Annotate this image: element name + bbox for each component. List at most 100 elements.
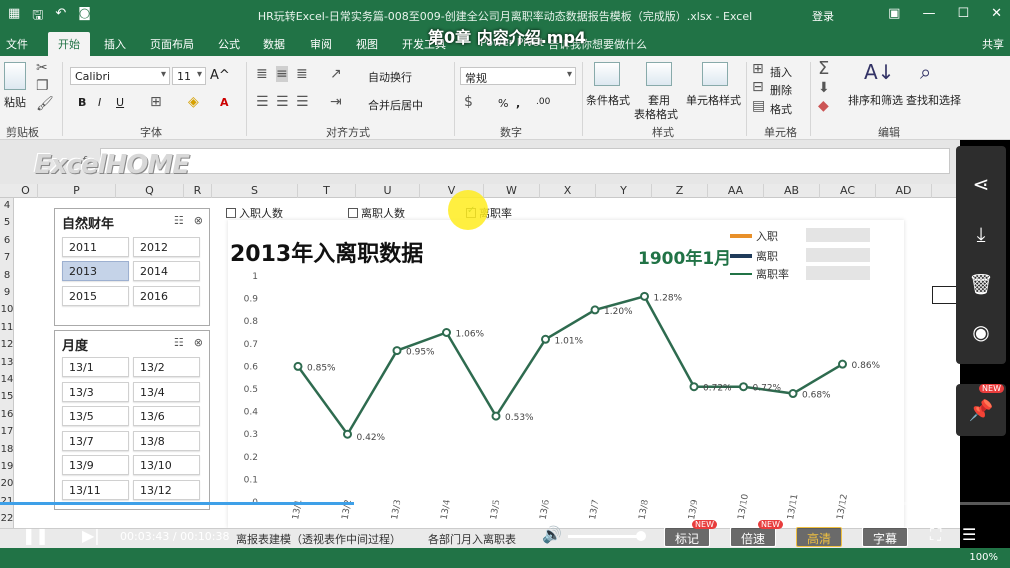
slicer-item[interactable]: 13/11 bbox=[62, 479, 129, 500]
table-format-icon[interactable] bbox=[646, 62, 672, 86]
align-top-icon[interactable]: ≣ bbox=[256, 66, 268, 82]
volume-knob[interactable] bbox=[636, 531, 646, 541]
ribbon-display-icon[interactable]: ▣ bbox=[888, 6, 900, 21]
speed-button[interactable]: 倍速 NEW bbox=[730, 520, 783, 547]
worksheet[interactable]: 入职人数 离职人数 离职率 自然财年 ☷⊗ 2011 2012 2013 201… bbox=[14, 198, 960, 528]
slicer-item[interactable]: 13/4 bbox=[133, 381, 200, 402]
subtitle-button[interactable]: 字幕 bbox=[862, 527, 908, 547]
conditional-format-button[interactable]: 条件格式 bbox=[586, 92, 630, 108]
tab-formulas[interactable]: 公式 bbox=[218, 36, 240, 52]
mark-button[interactable]: 标记 NEW bbox=[664, 520, 717, 547]
wrap-text-button[interactable]: 自动换行 bbox=[368, 69, 412, 85]
tab-page-layout[interactable]: 页面布局 bbox=[150, 36, 194, 52]
underline-icon[interactable]: U bbox=[116, 96, 124, 109]
column-header[interactable]: R bbox=[184, 184, 212, 198]
video-progress-bar[interactable] bbox=[0, 502, 1010, 505]
zoom-level[interactable]: 100% bbox=[969, 552, 998, 563]
borders-icon[interactable]: ⊞ bbox=[150, 94, 162, 110]
column-header[interactable]: AC bbox=[820, 184, 876, 198]
multi-select-icon[interactable]: ☷ bbox=[174, 336, 184, 349]
currency-icon[interactable]: $ bbox=[464, 94, 473, 110]
row-header[interactable]: 6 bbox=[0, 235, 14, 246]
delete-cells-icon[interactable]: ⊟ bbox=[752, 79, 764, 95]
column-header[interactable]: Y bbox=[596, 184, 652, 198]
slicer-item[interactable]: 2015 bbox=[62, 286, 129, 306]
orientation-icon[interactable]: ↗ bbox=[330, 66, 342, 82]
share-icon[interactable]: ⋖ bbox=[956, 172, 1006, 196]
autosum-icon[interactable]: Σ bbox=[818, 58, 829, 79]
indent-icon[interactable]: ⇥ bbox=[330, 94, 342, 110]
row-header[interactable]: 20 bbox=[0, 478, 14, 489]
column-header[interactable]: W bbox=[484, 184, 540, 198]
paste-button-label[interactable]: 粘贴 bbox=[4, 94, 26, 110]
find-select-button[interactable]: 查找和选择 bbox=[906, 92, 961, 108]
cut-icon[interactable]: ✂ bbox=[36, 60, 48, 76]
slicer-item[interactable]: 2012 bbox=[133, 237, 200, 257]
row-header[interactable]: 11 bbox=[0, 322, 14, 333]
font-size-box[interactable]: 11 bbox=[172, 67, 206, 85]
find-select-icon[interactable]: ⌕ bbox=[920, 60, 931, 84]
tab-home[interactable]: 开始 bbox=[48, 32, 90, 56]
column-header[interactable]: Z bbox=[652, 184, 708, 198]
row-header[interactable]: 18 bbox=[0, 444, 14, 455]
number-format-box[interactable]: 常规 bbox=[460, 67, 576, 85]
comma-icon[interactable]: , bbox=[516, 97, 520, 110]
pause-icon[interactable]: ❚❚ bbox=[22, 526, 49, 545]
font-name-box[interactable]: Calibri bbox=[70, 67, 170, 85]
slicer-item[interactable]: 13/12 bbox=[133, 479, 200, 500]
column-header[interactable]: O bbox=[14, 184, 38, 198]
grow-font-icon[interactable]: A^ bbox=[210, 68, 230, 83]
font-color-icon[interactable]: A bbox=[220, 96, 229, 109]
tab-data[interactable]: 数据 bbox=[263, 36, 285, 52]
row-header[interactable]: 15 bbox=[0, 391, 14, 402]
delete-cells-button[interactable]: 删除 bbox=[770, 82, 792, 98]
sort-filter-icon[interactable]: A↓ bbox=[864, 60, 894, 84]
align-right-icon[interactable]: ☰ bbox=[296, 94, 309, 110]
row-header[interactable]: 16 bbox=[0, 409, 14, 420]
clear-icon[interactable]: ◆ bbox=[818, 98, 829, 114]
multi-select-icon[interactable]: ☷ bbox=[174, 214, 184, 227]
row-header[interactable]: 5 bbox=[0, 217, 14, 228]
tab-insert[interactable]: 插入 bbox=[104, 36, 126, 52]
align-bottom-icon[interactable]: ≣ bbox=[296, 66, 308, 82]
restore-icon[interactable]: ☐ bbox=[957, 6, 969, 21]
tab-review[interactable]: 审阅 bbox=[310, 36, 332, 52]
slicer-item[interactable]: 13/3 bbox=[62, 381, 129, 402]
slicer-item[interactable]: 2014 bbox=[133, 261, 200, 281]
fill-icon[interactable]: ⬇ bbox=[818, 80, 830, 96]
formula-input[interactable] bbox=[100, 148, 950, 174]
row-header[interactable]: 17 bbox=[0, 426, 14, 437]
percent-icon[interactable]: % bbox=[498, 97, 508, 110]
bold-icon[interactable]: B bbox=[78, 96, 86, 109]
row-header[interactable]: 10 bbox=[0, 304, 14, 315]
column-header[interactable]: X bbox=[540, 184, 596, 198]
column-header[interactable]: S bbox=[212, 184, 298, 198]
turnover-chart[interactable]: 2013年入离职数据 1900年1月 入职 离职 离职率 00.10.20.30… bbox=[228, 220, 904, 528]
format-painter-icon[interactable]: 🖌 bbox=[36, 96, 54, 112]
slicer-item-selected[interactable]: 2013 bbox=[62, 261, 129, 281]
column-header[interactable]: T bbox=[298, 184, 356, 198]
record-icon[interactable]: ◉ bbox=[956, 320, 1006, 344]
row-header[interactable]: 14 bbox=[0, 374, 14, 385]
row-header[interactable]: 19 bbox=[0, 461, 14, 472]
table-format-label-2[interactable]: 表格格式 bbox=[634, 106, 678, 122]
increase-decimal-icon[interactable]: .00 bbox=[536, 97, 550, 107]
insert-cells-button[interactable]: 插入 bbox=[770, 64, 792, 80]
cell-style-icon[interactable] bbox=[702, 62, 728, 86]
pin-icon[interactable]: 📌 bbox=[956, 398, 1006, 422]
minimize-icon[interactable]: — bbox=[922, 6, 935, 21]
row-header[interactable]: 4 bbox=[0, 200, 14, 211]
column-header[interactable]: AA bbox=[708, 184, 764, 198]
slicer-item[interactable]: 13/7 bbox=[62, 430, 129, 451]
checkbox-leavers[interactable]: 离职人数 bbox=[348, 205, 405, 221]
fullscreen-icon[interactable]: ⛶ bbox=[930, 525, 941, 545]
checkbox-box[interactable] bbox=[226, 208, 236, 218]
align-middle-icon[interactable]: ≡ bbox=[276, 66, 288, 82]
slicer-item[interactable]: 13/5 bbox=[62, 406, 129, 426]
tab-view[interactable]: 视图 bbox=[356, 36, 378, 52]
row-header[interactable]: 8 bbox=[0, 270, 14, 281]
next-icon[interactable]: ▶| bbox=[82, 526, 100, 545]
trash-icon[interactable]: 🗑 bbox=[956, 272, 1006, 296]
cell-style-button[interactable]: 单元格样式 bbox=[686, 92, 741, 108]
slicer-item[interactable]: 13/8 bbox=[133, 430, 200, 451]
